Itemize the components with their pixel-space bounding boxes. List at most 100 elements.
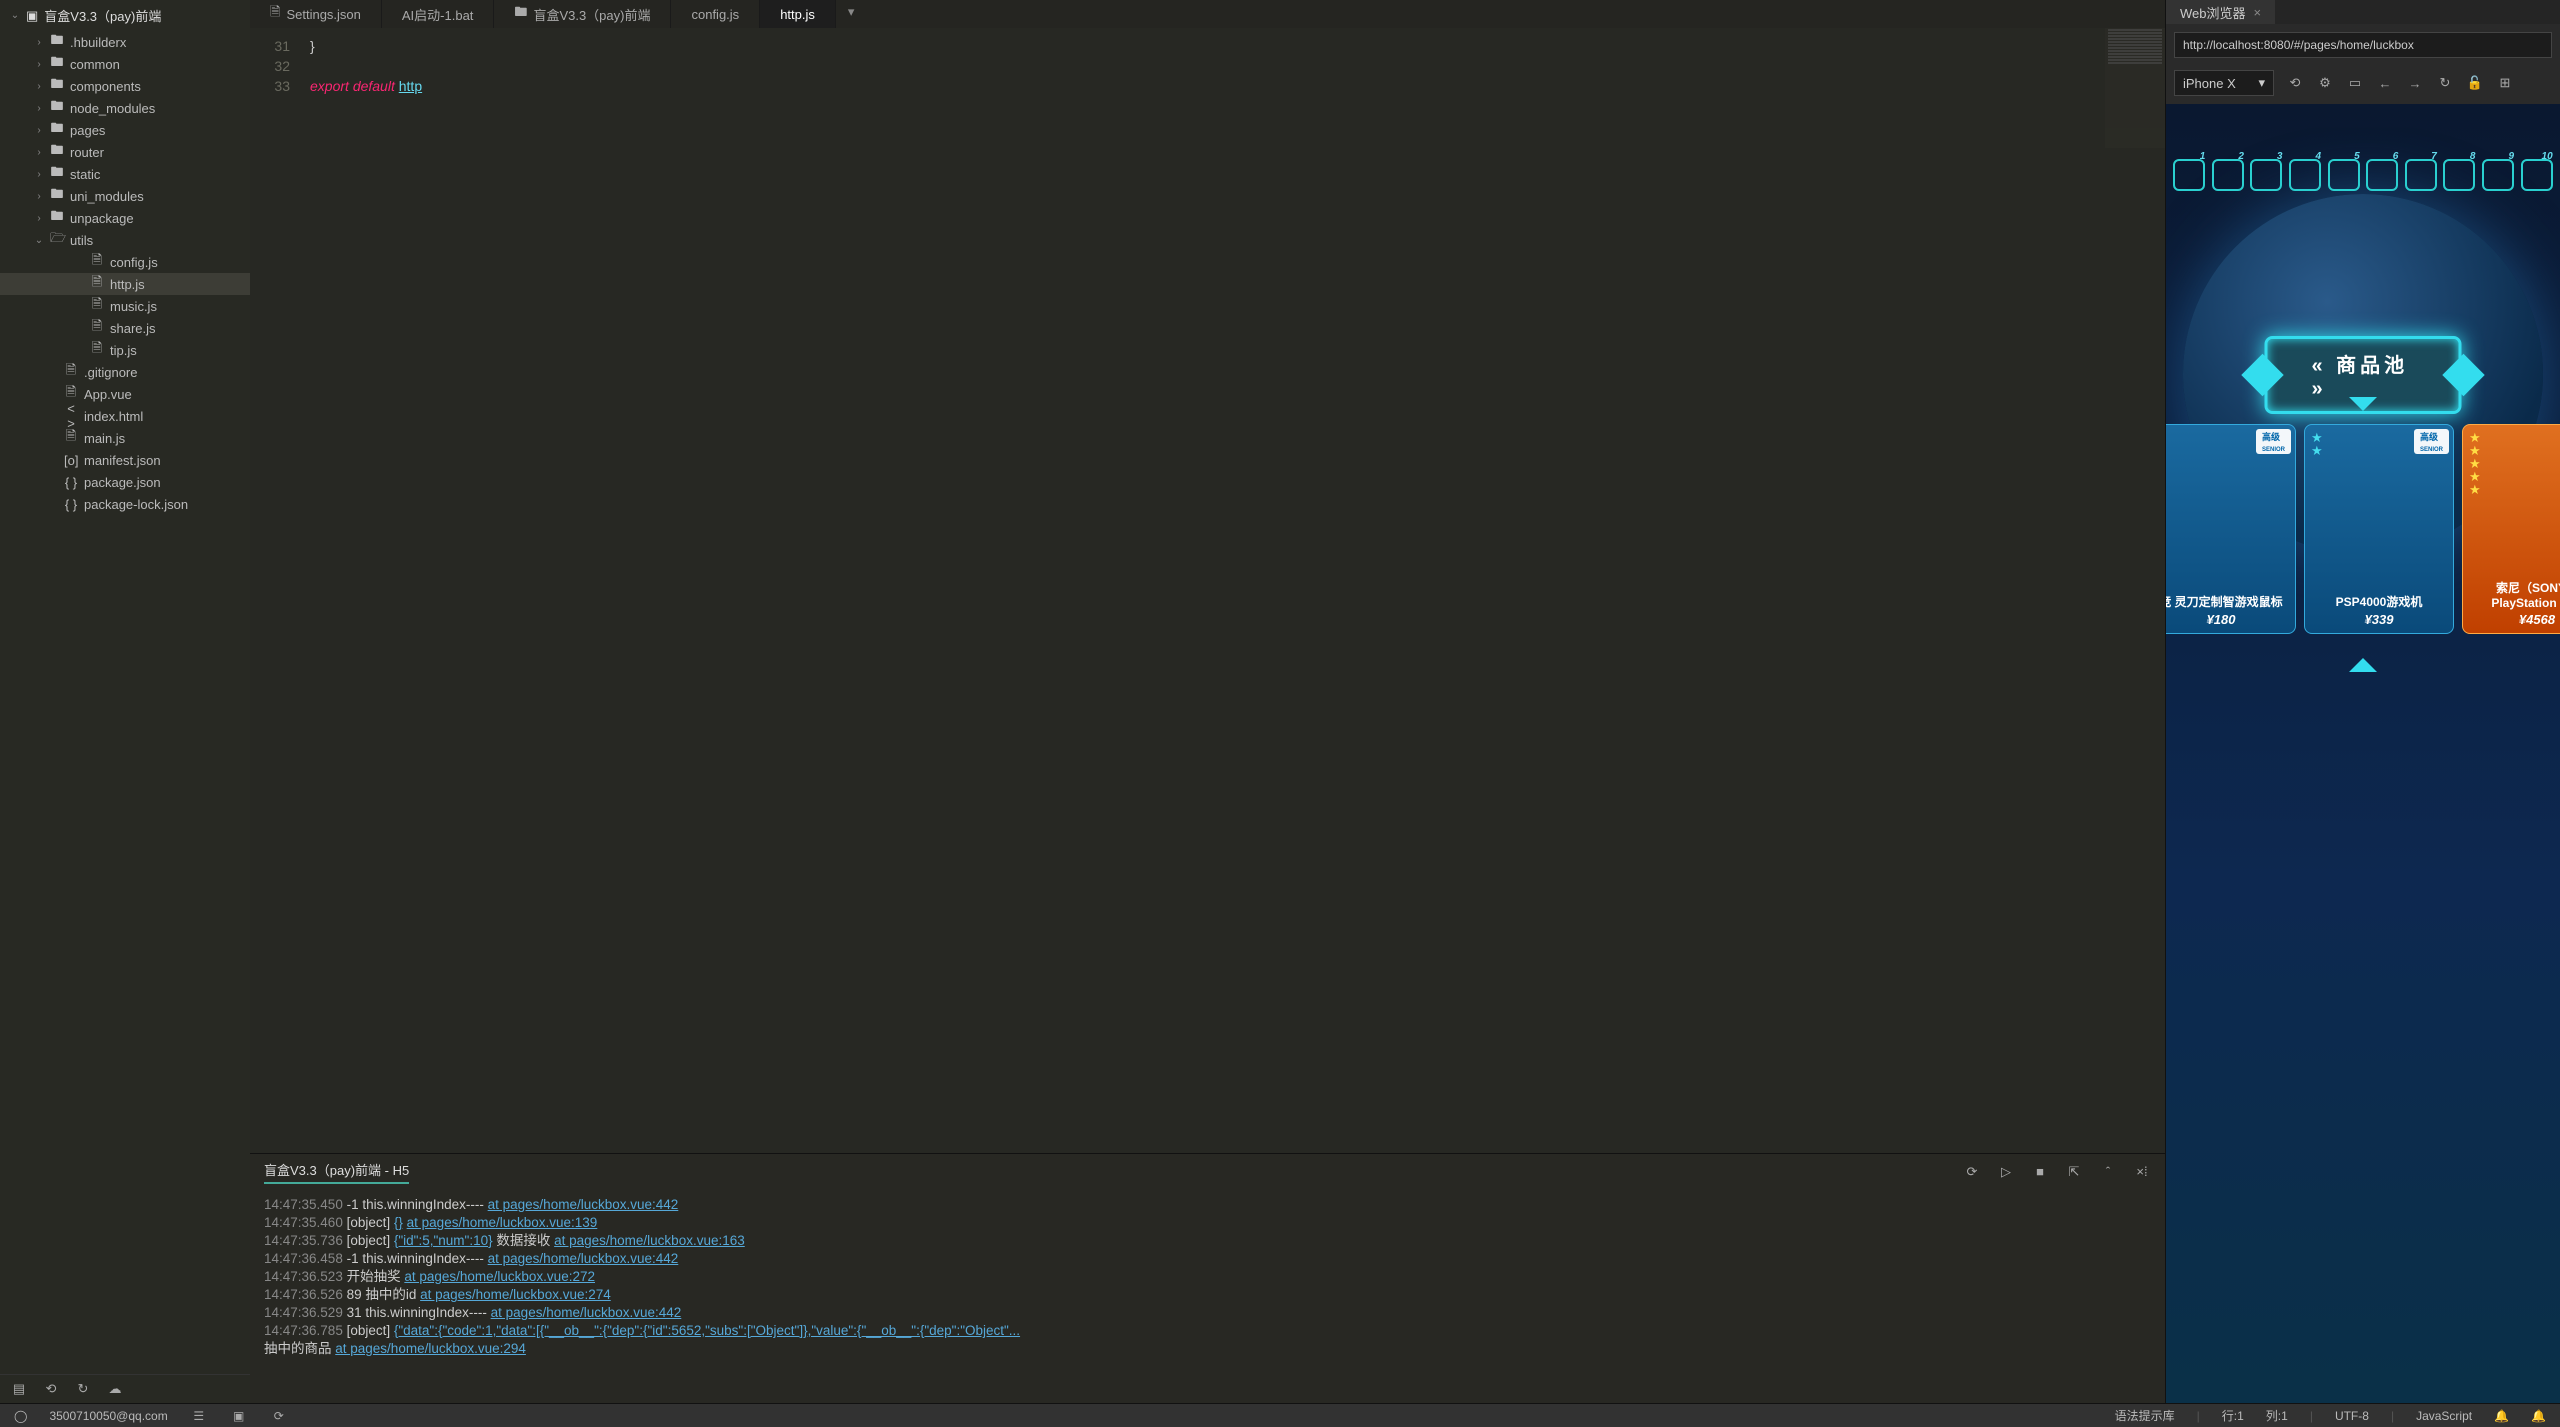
- tab-Settings-json[interactable]: 🗎Settings.json: [250, 0, 382, 28]
- encoding[interactable]: UTF-8: [2335, 1409, 2369, 1423]
- tree-item-index-html[interactable]: < >index.html: [0, 405, 250, 427]
- console-title[interactable]: 盲盒V3.3（pay)前端 - H5: [264, 1160, 409, 1184]
- outline-icon[interactable]: ☰: [190, 1409, 208, 1423]
- number-box-10[interactable]: 10: [2521, 159, 2553, 191]
- braces-icon: { }: [64, 475, 78, 490]
- tree-item-share-js[interactable]: 🗎share.js: [0, 317, 250, 339]
- tree-item-http-js[interactable]: 🗎http.js: [0, 273, 250, 295]
- tree-item-common[interactable]: ›🖿common: [0, 53, 250, 75]
- close-icon[interactable]: ×⁞: [2133, 1164, 2151, 1180]
- user-icon[interactable]: ◯: [14, 1409, 27, 1423]
- number-box-2[interactable]: 2: [2212, 159, 2244, 191]
- http-reference[interactable]: http: [399, 78, 422, 94]
- number-box-1[interactable]: 1: [2173, 159, 2205, 191]
- console-object[interactable]: {"id":5,"num":10}: [394, 1233, 493, 1248]
- cloud-icon[interactable]: ☁: [106, 1381, 124, 1397]
- number-box-6[interactable]: 6: [2366, 159, 2398, 191]
- tree-item-tip-js[interactable]: 🗎tip.js: [0, 339, 250, 361]
- devtools-icon[interactable]: ▭: [2346, 75, 2364, 91]
- number-box-9[interactable]: 9: [2482, 159, 2514, 191]
- tree-item-main-js[interactable]: 🗎main.js: [0, 427, 250, 449]
- console-link[interactable]: at pages/home/luckbox.vue:139: [407, 1215, 598, 1230]
- file-icon: 🗎: [90, 295, 104, 317]
- tree-item-components[interactable]: ›🖿components: [0, 75, 250, 97]
- restart-icon[interactable]: ⟳: [1963, 1164, 1981, 1180]
- prize-card[interactable]: 高级SENIOR ★★ PSP4000游戏机 ¥339: [2304, 424, 2454, 634]
- tree-item-config-js[interactable]: 🗎config.js: [0, 251, 250, 273]
- address-bar[interactable]: [2174, 32, 2552, 58]
- forward-icon[interactable]: →: [2406, 76, 2424, 91]
- tree-item-music-js[interactable]: 🗎music.js: [0, 295, 250, 317]
- settings-icon[interactable]: ⚙: [2316, 75, 2334, 91]
- reload-icon[interactable]: ↻: [2436, 75, 2454, 91]
- card-price: ¥4568: [2469, 612, 2560, 627]
- console-output[interactable]: 14:47:35.450 -1 this.winningIndex---- at…: [250, 1190, 2165, 1403]
- tree-item-router[interactable]: ›🖿router: [0, 141, 250, 163]
- tree-item-utils[interactable]: ⌄🗁utils: [0, 229, 250, 251]
- syntax-hint[interactable]: 语法提示库: [2115, 1407, 2175, 1424]
- console-link[interactable]: at pages/home/luckbox.vue:442: [491, 1305, 682, 1320]
- tree-item-package-json[interactable]: { }package.json: [0, 471, 250, 493]
- number-box-5[interactable]: 5: [2328, 159, 2360, 191]
- tab-AI---1-bat[interactable]: AI启动-1.bat: [382, 0, 495, 28]
- number-box-3[interactable]: 3: [2250, 159, 2282, 191]
- number-box-4[interactable]: 4: [2289, 159, 2321, 191]
- tree-item-pages[interactable]: ›🖿pages: [0, 119, 250, 141]
- row-indicator[interactable]: 行:1: [2222, 1407, 2244, 1424]
- folder-icon: 🖿: [50, 207, 64, 229]
- console-object[interactable]: {}: [394, 1215, 403, 1230]
- prize-card[interactable]: 传 ★★★★★ 索尼（SONY）PlayStation PS5 ¥4568: [2462, 424, 2560, 634]
- console-link[interactable]: at pages/home/luckbox.vue:272: [404, 1269, 595, 1284]
- tabs-more[interactable]: ▾: [836, 0, 867, 28]
- lock-icon[interactable]: 🔓: [2466, 75, 2484, 91]
- browser-tab[interactable]: Web浏览器 ×: [2166, 0, 2275, 24]
- refresh-icon[interactable]: ↻: [74, 1381, 92, 1397]
- number-box-8[interactable]: 8: [2443, 159, 2475, 191]
- tree-item-uni-modules[interactable]: ›🖿uni_modules: [0, 185, 250, 207]
- mobile-preview[interactable]: 12345678910 « 商品池 » 高级SENIOR ★ 竞 灵刀定制智游戏…: [2166, 104, 2560, 1403]
- col-indicator[interactable]: 列:1: [2266, 1407, 2288, 1424]
- close-icon[interactable]: ×: [2254, 5, 2262, 20]
- console-link[interactable]: at pages/home/luckbox.vue:294: [335, 1341, 526, 1356]
- project-header[interactable]: ⌄ ▣ 盲盒V3.3（pay)前端: [0, 0, 250, 31]
- tree-item--hbuilderx[interactable]: ›🖿.hbuilderx: [0, 31, 250, 53]
- tab---V3-3-pay---[interactable]: 🖿盲盒V3.3（pay)前端: [494, 0, 671, 28]
- back-icon[interactable]: ←: [2376, 76, 2394, 91]
- tab-http-js[interactable]: http.js: [760, 0, 836, 28]
- console-link[interactable]: at pages/home/luckbox.vue:274: [420, 1287, 611, 1302]
- collapse-icon[interactable]: ⟲: [42, 1381, 60, 1397]
- play-icon[interactable]: ▷: [1997, 1164, 2015, 1180]
- console-link[interactable]: at pages/home/luckbox.vue:442: [488, 1197, 679, 1212]
- device-select[interactable]: iPhone X ▾: [2174, 70, 2274, 96]
- prize-card[interactable]: 高级SENIOR ★ 竞 灵刀定制智游戏鼠标 ¥180: [2166, 424, 2296, 634]
- tree-item-manifest-json[interactable]: [o]manifest.json: [0, 449, 250, 471]
- number-box-7[interactable]: 7: [2405, 159, 2437, 191]
- stop-icon[interactable]: ■: [2031, 1164, 2049, 1180]
- minimap[interactable]: [2105, 28, 2165, 148]
- sync-icon[interactable]: ⟳: [270, 1409, 288, 1423]
- code-editor[interactable]: 31 32 33 } export default http: [250, 28, 2165, 1153]
- tree-item-unpackage[interactable]: ›🖿unpackage: [0, 207, 250, 229]
- tree-item-static[interactable]: ›🖿static: [0, 163, 250, 185]
- notification-icon[interactable]: 🔔: [2494, 1409, 2509, 1423]
- terminal-icon[interactable]: ▣: [230, 1409, 248, 1423]
- qr-icon[interactable]: ⊞: [2496, 75, 2514, 91]
- console-link[interactable]: at pages/home/luckbox.vue:163: [554, 1233, 745, 1248]
- rotate-icon[interactable]: ⟲: [2286, 75, 2304, 91]
- user-email[interactable]: 3500710050@qq.com: [49, 1409, 167, 1423]
- external-icon[interactable]: ⇱: [2065, 1164, 2083, 1180]
- bell-icon[interactable]: 🔔: [2531, 1409, 2546, 1423]
- collapse-up-icon[interactable]: ˆ: [2099, 1164, 2117, 1180]
- console-link[interactable]: at pages/home/luckbox.vue:442: [488, 1251, 679, 1266]
- tree-item--gitignore[interactable]: 🗎.gitignore: [0, 361, 250, 383]
- language[interactable]: JavaScript: [2416, 1409, 2472, 1423]
- folder-icon: 🖿: [50, 163, 64, 185]
- tree-item-App-vue[interactable]: 🗎App.vue: [0, 383, 250, 405]
- tree-item-package-lock-json[interactable]: { }package-lock.json: [0, 493, 250, 515]
- tree-item-node-modules[interactable]: ›🖿node_modules: [0, 97, 250, 119]
- card-price: ¥339: [2311, 612, 2447, 627]
- new-file-icon[interactable]: ▤: [10, 1381, 28, 1397]
- console-object[interactable]: {"data":{"code":1,"data":[{"__ob__":{"de…: [394, 1323, 1020, 1338]
- code-content[interactable]: } export default http: [300, 28, 422, 1153]
- tab-config-js[interactable]: config.js: [671, 0, 760, 28]
